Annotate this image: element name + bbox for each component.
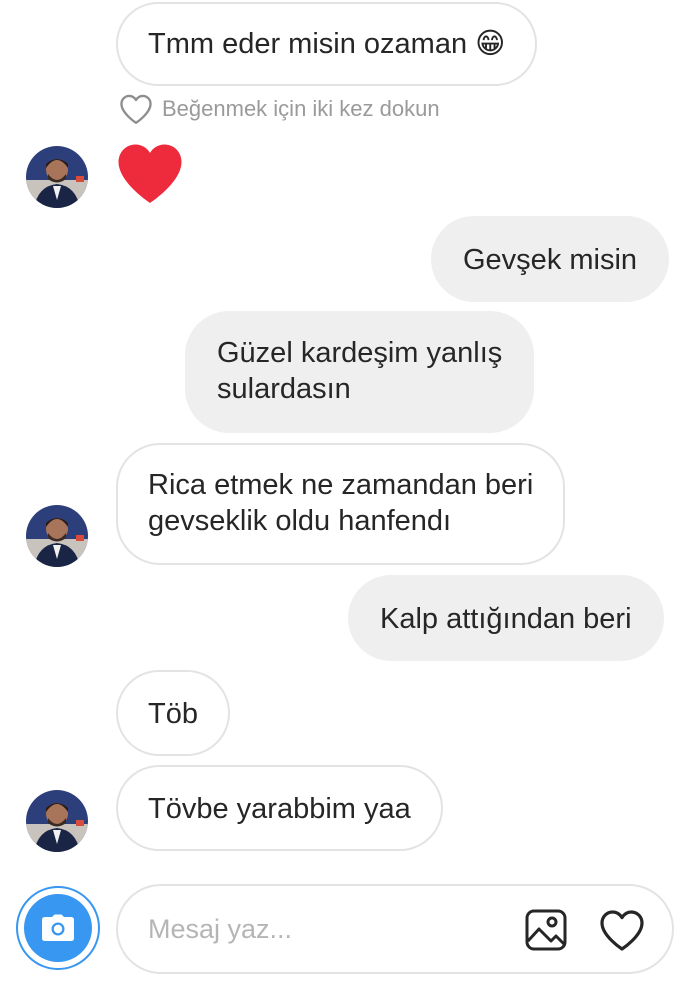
avatar-photo xyxy=(26,505,88,567)
like-hint-text: Beğenmek için iki kez dokun xyxy=(162,96,440,121)
message-bubble-outgoing[interactable]: Güzel kardeşim yanlış sulardasın xyxy=(185,311,535,433)
message-text-line: sulardasın xyxy=(217,373,351,405)
heart-outline-icon[interactable] xyxy=(598,908,646,952)
message-bubble-incoming[interactable]: Rica etmek ne zamandan beri gevseklik ol… xyxy=(116,443,566,565)
message-text: Gevşek misin xyxy=(463,244,638,276)
message-text-line: Rica etmek ne zamandan beri xyxy=(148,469,534,501)
avatar[interactable] xyxy=(26,790,88,852)
message-bubble-incoming[interactable]: Tmm eder misin ozaman 😁 xyxy=(116,2,538,86)
message-text: Kalp attığından beri xyxy=(380,603,632,635)
avatar-photo xyxy=(26,146,88,208)
message-bubble-incoming[interactable]: Töb xyxy=(116,670,230,756)
avatar-photo xyxy=(26,790,88,852)
message-input[interactable]: Mesaj yaz... xyxy=(116,884,674,974)
message-text: Tmm eder misin ozaman 😁 xyxy=(148,28,506,60)
camera-button[interactable] xyxy=(16,886,100,970)
message-bubble-incoming[interactable]: Tövbe yarabbim yaa xyxy=(116,765,443,851)
heart-icon[interactable] xyxy=(114,140,186,206)
message-input-placeholder: Mesaj yaz... xyxy=(148,913,293,944)
camera-icon xyxy=(42,914,74,941)
message-text: Tövbe yarabbim yaa xyxy=(148,793,411,825)
gallery-icon[interactable] xyxy=(524,908,568,952)
camera-button-fill xyxy=(24,894,92,962)
message-bubble-outgoing[interactable]: Gevşek misin xyxy=(431,216,670,302)
message-text-line: Güzel kardeşim yanlış xyxy=(217,337,503,369)
message-text-line: gevseklik oldu hanfendı xyxy=(148,505,452,537)
heart-outline-icon xyxy=(120,94,152,124)
message-text: Töb xyxy=(148,698,198,730)
message-bubble-outgoing[interactable]: Kalp attığından beri xyxy=(348,575,664,661)
avatar[interactable] xyxy=(26,505,88,567)
double-tap-like-hint: Beğenmek için iki kez dokun xyxy=(118,92,440,126)
avatar[interactable] xyxy=(26,146,88,208)
